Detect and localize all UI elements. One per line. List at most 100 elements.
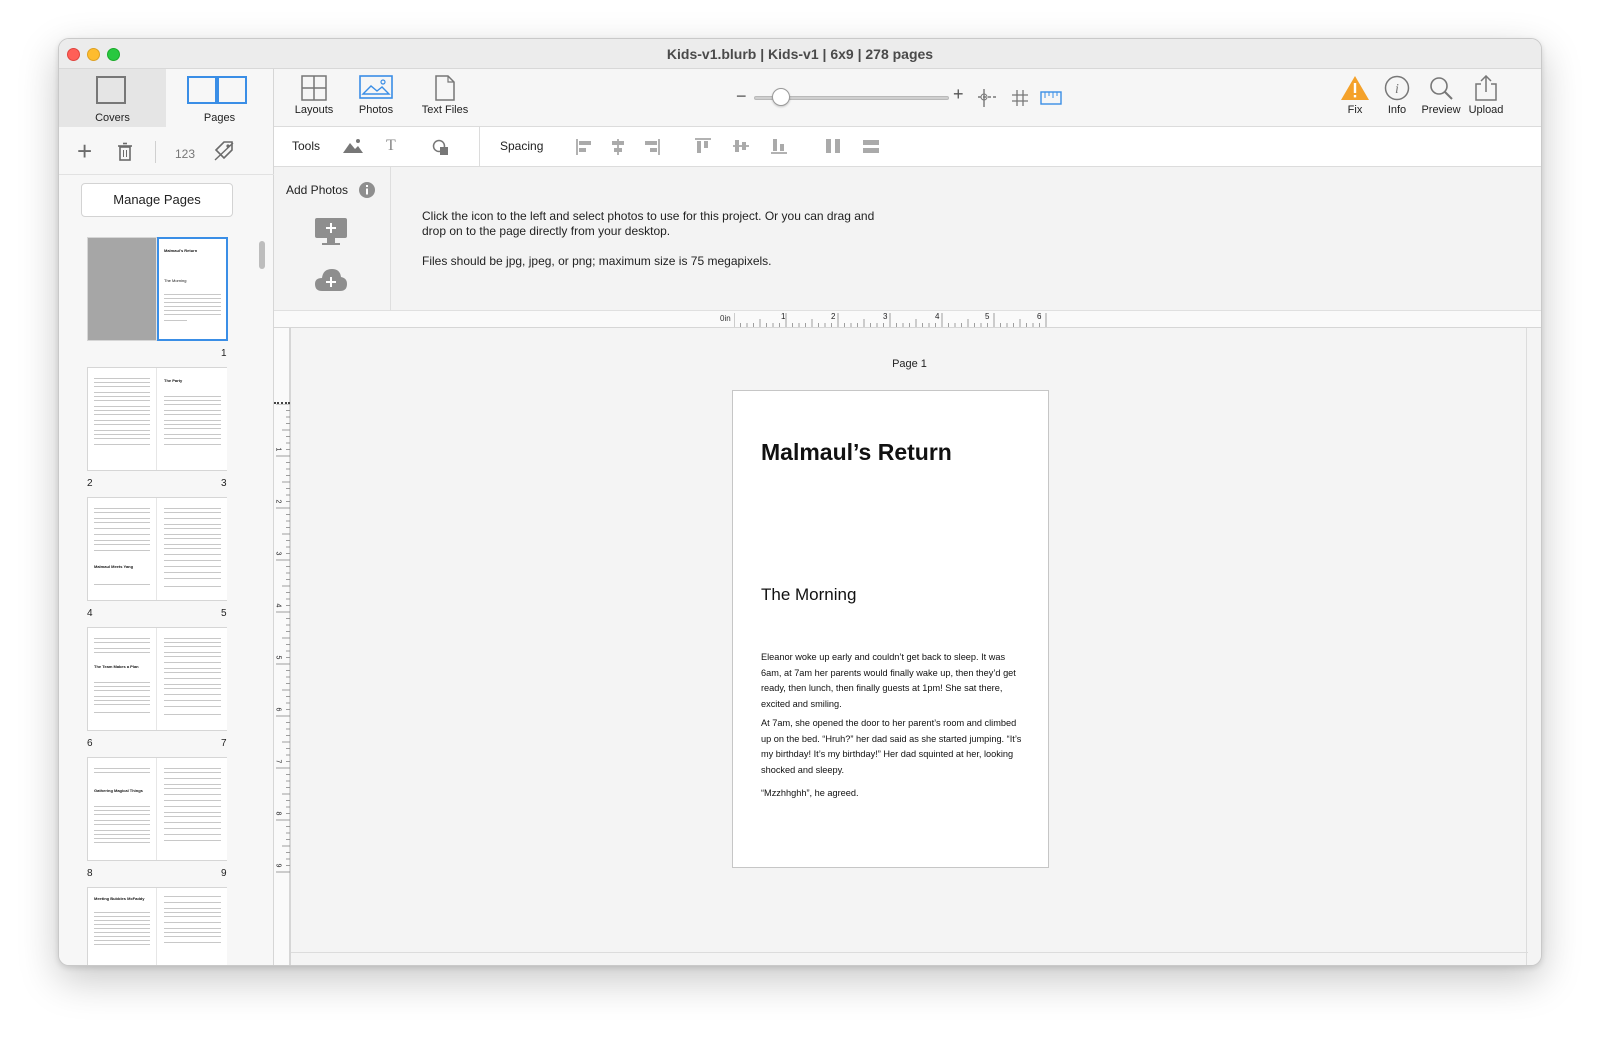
page-spread-4-5[interactable]: Malmaul Meets Yang: [87, 497, 227, 601]
thumb-title: The Party: [164, 378, 183, 383]
sidebar-scrollbar[interactable]: [259, 241, 265, 269]
layouts-button[interactable]: Layouts: [292, 75, 336, 116]
vertical-ruler: 1 2 3 4 5 6 7 8 9: [274, 328, 290, 965]
tools-label: Tools: [292, 139, 321, 153]
ruler-label: 9: [274, 863, 282, 868]
pages-label: Pages: [203, 112, 236, 124]
book-page[interactable]: Malmaul’s Return The Morning Eleanor wok…: [732, 390, 1049, 868]
page-thumbnail-10[interactable]: Meeting Bubbles McFaddy: [88, 888, 157, 965]
zoom-in-button[interactable]: +: [953, 84, 964, 105]
blank-left-page: [88, 238, 157, 340]
divider: [155, 141, 156, 163]
page-thumbnail-6[interactable]: The Team Makes a Plan: [88, 628, 157, 730]
title-bar: Kids-v1.blurb | Kids-v1 | 6x9 | 278 page…: [59, 39, 1541, 69]
page-number: 1: [221, 348, 227, 359]
add-page-button[interactable]: +: [77, 138, 92, 164]
chapter-heading[interactable]: The Morning: [761, 585, 856, 605]
ruler-label: 6: [1037, 312, 1042, 321]
page-thumbnail-7[interactable]: [158, 628, 227, 730]
align-right-icon[interactable]: [644, 138, 660, 156]
upload-button[interactable]: Upload: [1466, 74, 1506, 116]
upload-label: Upload: [1468, 104, 1504, 116]
text-files-button[interactable]: Text Files: [415, 75, 475, 116]
photos-button[interactable]: Photos: [354, 75, 398, 116]
info-icon: i: [1384, 75, 1410, 101]
image-tool-icon[interactable]: [342, 138, 364, 154]
page-thumbnail-2[interactable]: [88, 368, 157, 470]
page-thumbnail-1[interactable]: Malmaul's Return The Morning: [157, 237, 228, 341]
page-thumbnail-5[interactable]: [158, 498, 227, 600]
ruler-label: 2: [274, 499, 282, 504]
page-spread-2-3[interactable]: The Party: [87, 367, 227, 471]
photos-icon: [359, 75, 393, 99]
page-spread-8-9[interactable]: Gathering Magical Things: [87, 757, 227, 861]
page-thumbnail-4[interactable]: Malmaul Meets Yang: [88, 498, 157, 600]
shape-tool-icon[interactable]: [432, 139, 450, 157]
page-title[interactable]: Malmaul’s Return: [761, 439, 952, 466]
preview-button[interactable]: Preview: [1419, 75, 1463, 116]
text-files-label: Text Files: [421, 104, 469, 116]
guides-snap-icon[interactable]: [976, 87, 1000, 109]
align-top-icon[interactable]: [694, 138, 712, 154]
grid-icon[interactable]: [1011, 89, 1029, 107]
thumb-title: Meeting Bubbles McFaddy: [94, 896, 145, 901]
fix-button[interactable]: Fix: [1338, 75, 1372, 116]
page-spread-10-11[interactable]: Meeting Bubbles McFaddy: [87, 887, 227, 965]
page-body-text[interactable]: Eleanor woke up early and couldn’t get b…: [761, 650, 1023, 806]
ruler-label: 1: [781, 312, 786, 321]
share-icon: [1475, 74, 1497, 101]
tag-icon[interactable]: [213, 140, 235, 162]
add-photos-instructions: Click the icon to the left and select ph…: [422, 209, 874, 269]
ruler-label: 7: [274, 759, 282, 764]
zoom-slider-knob[interactable]: [772, 88, 790, 106]
paragraph: “Mzzhhghh”, he agreed.: [761, 788, 859, 798]
covers-icon: [96, 76, 126, 104]
page-spread-6-7[interactable]: The Team Makes a Plan: [87, 627, 227, 731]
instruction-line: drop on to the page directly from your d…: [422, 224, 671, 238]
pages-tab[interactable]: Pages: [166, 69, 273, 127]
text-tool-icon[interactable]: T: [386, 137, 396, 155]
zoom-out-button[interactable]: −: [736, 86, 747, 107]
paragraph: Eleanor woke up early and couldn’t get b…: [761, 652, 1016, 709]
page-spread-1[interactable]: Malmaul's Return The Morning: [87, 237, 228, 341]
ruler-icon[interactable]: [1040, 91, 1062, 105]
paragraph: At 7am, she opened the door to her paren…: [761, 718, 1022, 775]
align-left-icon[interactable]: [576, 138, 592, 156]
page-numbers-button[interactable]: 123: [175, 143, 195, 165]
page-number: 4: [87, 608, 93, 619]
add-from-computer-icon[interactable]: [314, 217, 348, 247]
page-thumbnail-11[interactable]: [158, 888, 227, 965]
page-thumbnail-8[interactable]: Gathering Magical Things: [88, 758, 157, 860]
sidebar-tools: + 123: [59, 127, 274, 175]
covers-label: Covers: [95, 112, 130, 124]
page-number: 2: [87, 478, 93, 489]
layouts-label: Layouts: [294, 104, 334, 116]
covers-tab[interactable]: Covers: [59, 69, 166, 127]
file-requirements: Files should be jpg, jpeg, or png; maxim…: [422, 254, 772, 268]
align-middle-icon[interactable]: [732, 138, 750, 154]
info-button[interactable]: i Info: [1380, 75, 1414, 116]
align-center-icon[interactable]: [610, 138, 626, 156]
photos-label: Photos: [358, 104, 394, 116]
secondary-toolbar: Tools T Spacing: [274, 127, 1541, 167]
trash-icon[interactable]: [117, 142, 133, 161]
info-icon[interactable]: [358, 181, 376, 199]
thumb-title: The Team Makes a Plan: [94, 664, 139, 669]
page-number: 9: [221, 868, 227, 879]
ruler-label: 4: [274, 603, 282, 608]
horizontal-ruler: 0in 1 2 3 4 5 6: [274, 311, 1541, 328]
manage-pages-button[interactable]: Manage Pages: [81, 183, 233, 217]
page-thumbnail-9[interactable]: [158, 758, 227, 860]
add-from-cloud-icon[interactable]: [314, 267, 348, 293]
thumb-title: Gathering Magical Things: [94, 788, 143, 793]
ruler-label: 1: [274, 447, 282, 452]
warning-icon: [1341, 76, 1369, 100]
ruler-label: 3: [274, 551, 282, 556]
align-bottom-icon[interactable]: [770, 138, 788, 154]
distribute-vertical-icon[interactable]: [862, 138, 880, 154]
layouts-icon: [301, 75, 327, 101]
distribute-horizontal-icon[interactable]: [824, 138, 842, 154]
preview-label: Preview: [1421, 104, 1461, 116]
page-thumbnail-3[interactable]: The Party: [158, 368, 227, 470]
page-number: 6: [87, 738, 93, 749]
